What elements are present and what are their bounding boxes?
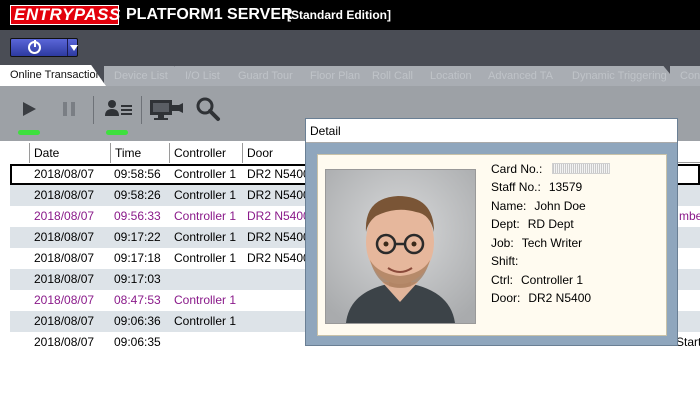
toolbar-separator [93, 96, 94, 124]
power-icon [28, 40, 41, 54]
cell-time: 09:17:22 [114, 230, 161, 244]
cell-controller: Controller 1 [174, 167, 237, 181]
cell-door: DR2 N5400 [247, 251, 310, 265]
card-number-row: Card No.: [491, 160, 611, 178]
power-button-divider [67, 39, 68, 56]
cell-date: 2018/08/07 [34, 167, 95, 181]
cell-date: 2018/08/07 [34, 272, 95, 286]
tab-device-list[interactable]: Device List [104, 66, 186, 86]
cell-door: DR2 N5400 [247, 230, 310, 244]
cell-extra: Start [676, 335, 700, 349]
detail-title-bar[interactable]: Detail [306, 119, 677, 143]
cell-time: 09:06:35 [114, 335, 161, 349]
column-header-controller[interactable]: Controller [170, 143, 243, 163]
column-header-time[interactable]: Time [111, 143, 170, 163]
tab-bar: Online Transaction Device List I/O List … [0, 64, 700, 86]
cell-date: 2018/08/07 [34, 230, 95, 244]
play-status-indicator [18, 130, 40, 135]
cell-controller: Controller 1 [174, 230, 237, 244]
cell-controller: Controller 1 [174, 188, 237, 202]
cell-date: 2018/08/07 [34, 335, 95, 349]
toolbar-separator [141, 96, 142, 124]
dept-row: Dept: RD Dept [491, 215, 574, 233]
column-header-date[interactable]: Date [30, 143, 111, 163]
cell-controller: Controller 1 [174, 251, 237, 265]
cell-door: DR2 N5400 [247, 188, 310, 202]
chevron-down-icon [70, 45, 78, 51]
cell-door: DR2 N5400 [247, 167, 310, 181]
cell-controller: Controller 1 [174, 293, 237, 307]
door-label: Door: [491, 291, 521, 305]
card-number-label: Card No.: [491, 162, 543, 176]
dept-value: RD Dept [527, 217, 574, 231]
door-value: DR2 N5400 [528, 291, 592, 305]
title-bar: ENTRYPASS PLATFORM1 SERVER [Standard Edi… [0, 0, 700, 30]
cell-controller: Controller 1 [174, 314, 237, 328]
search-icon [196, 97, 220, 121]
play-icon [23, 102, 36, 116]
cell-door: DR2 N5400 [247, 209, 310, 223]
user-card-button[interactable] [101, 94, 132, 124]
name-row: Name: John Doe [491, 197, 586, 215]
power-menu-button[interactable] [10, 38, 78, 57]
app-edition: [Standard Edition] [287, 8, 391, 22]
tab-con[interactable]: Con [670, 66, 700, 86]
cell-time: 09:58:56 [114, 167, 161, 181]
cell-date: 2018/08/07 [34, 251, 95, 265]
search-button[interactable] [193, 94, 223, 124]
ctrl-value: Controller 1 [521, 273, 584, 287]
job-row: Job: Tech Writer [491, 234, 582, 252]
tab-online-transaction[interactable]: Online Transaction [0, 65, 106, 86]
detail-window[interactable]: Detail Card No.: Staff No.: 13579 Name: … [305, 118, 678, 346]
cell-controller: Controller 1 [174, 209, 237, 223]
tab-guard-tour[interactable]: Guard Tour [228, 66, 312, 86]
cell-date: 2018/08/07 [34, 209, 95, 223]
dept-label: Dept: [491, 217, 520, 231]
detail-panel: Card No.: Staff No.: 13579 Name: John Doe … [317, 154, 667, 336]
cell-time: 09:17:18 [114, 251, 161, 265]
entrypass-logo: ENTRYPASS [10, 5, 120, 25]
cell-time: 09:17:03 [114, 272, 161, 286]
card-number-value-masked [552, 163, 611, 174]
menu-bar [0, 30, 700, 64]
play-button[interactable] [14, 94, 44, 124]
name-value: John Doe [534, 199, 586, 213]
staff-number-label: Staff No.: [491, 180, 541, 194]
staff-number-value: 13579 [548, 180, 583, 194]
cell-time: 08:47:53 [114, 293, 161, 307]
cell-time: 09:06:36 [114, 314, 161, 328]
monitor-camera-button[interactable] [148, 94, 184, 124]
ctrl-label: Ctrl: [491, 273, 513, 287]
pause-button[interactable] [54, 94, 84, 124]
cell-date: 2018/08/07 [34, 293, 95, 307]
monitor-camera-icon [150, 100, 183, 120]
job-value: Tech Writer [521, 236, 583, 250]
pause-icon [63, 102, 75, 116]
app-title: PLATFORM1 SERVER [126, 6, 293, 23]
staff-photo-frame [325, 169, 476, 324]
ctrl-row: Ctrl: Controller 1 [491, 271, 583, 289]
cell-date: 2018/08/07 [34, 188, 95, 202]
shift-label: Shift: [491, 254, 519, 268]
name-label: Name: [491, 199, 527, 213]
row-selector-header [10, 143, 30, 163]
job-label: Job: [491, 236, 514, 250]
staff-photo [326, 170, 475, 323]
cell-time: 09:58:26 [114, 188, 161, 202]
cell-date: 2018/08/07 [34, 314, 95, 328]
user-card-icon [105, 100, 132, 116]
door-row: Door: DR2 N5400 [491, 289, 591, 307]
cell-extra: mbe [679, 209, 700, 223]
cell-time: 09:56:33 [114, 209, 161, 223]
tab-dynamic-triggering[interactable]: Dynamic Triggering [562, 66, 680, 86]
staff-number-row: Staff No.: 13579 [491, 178, 582, 196]
shift-row: Shift: [491, 252, 526, 270]
user-card-status-indicator [106, 130, 128, 135]
